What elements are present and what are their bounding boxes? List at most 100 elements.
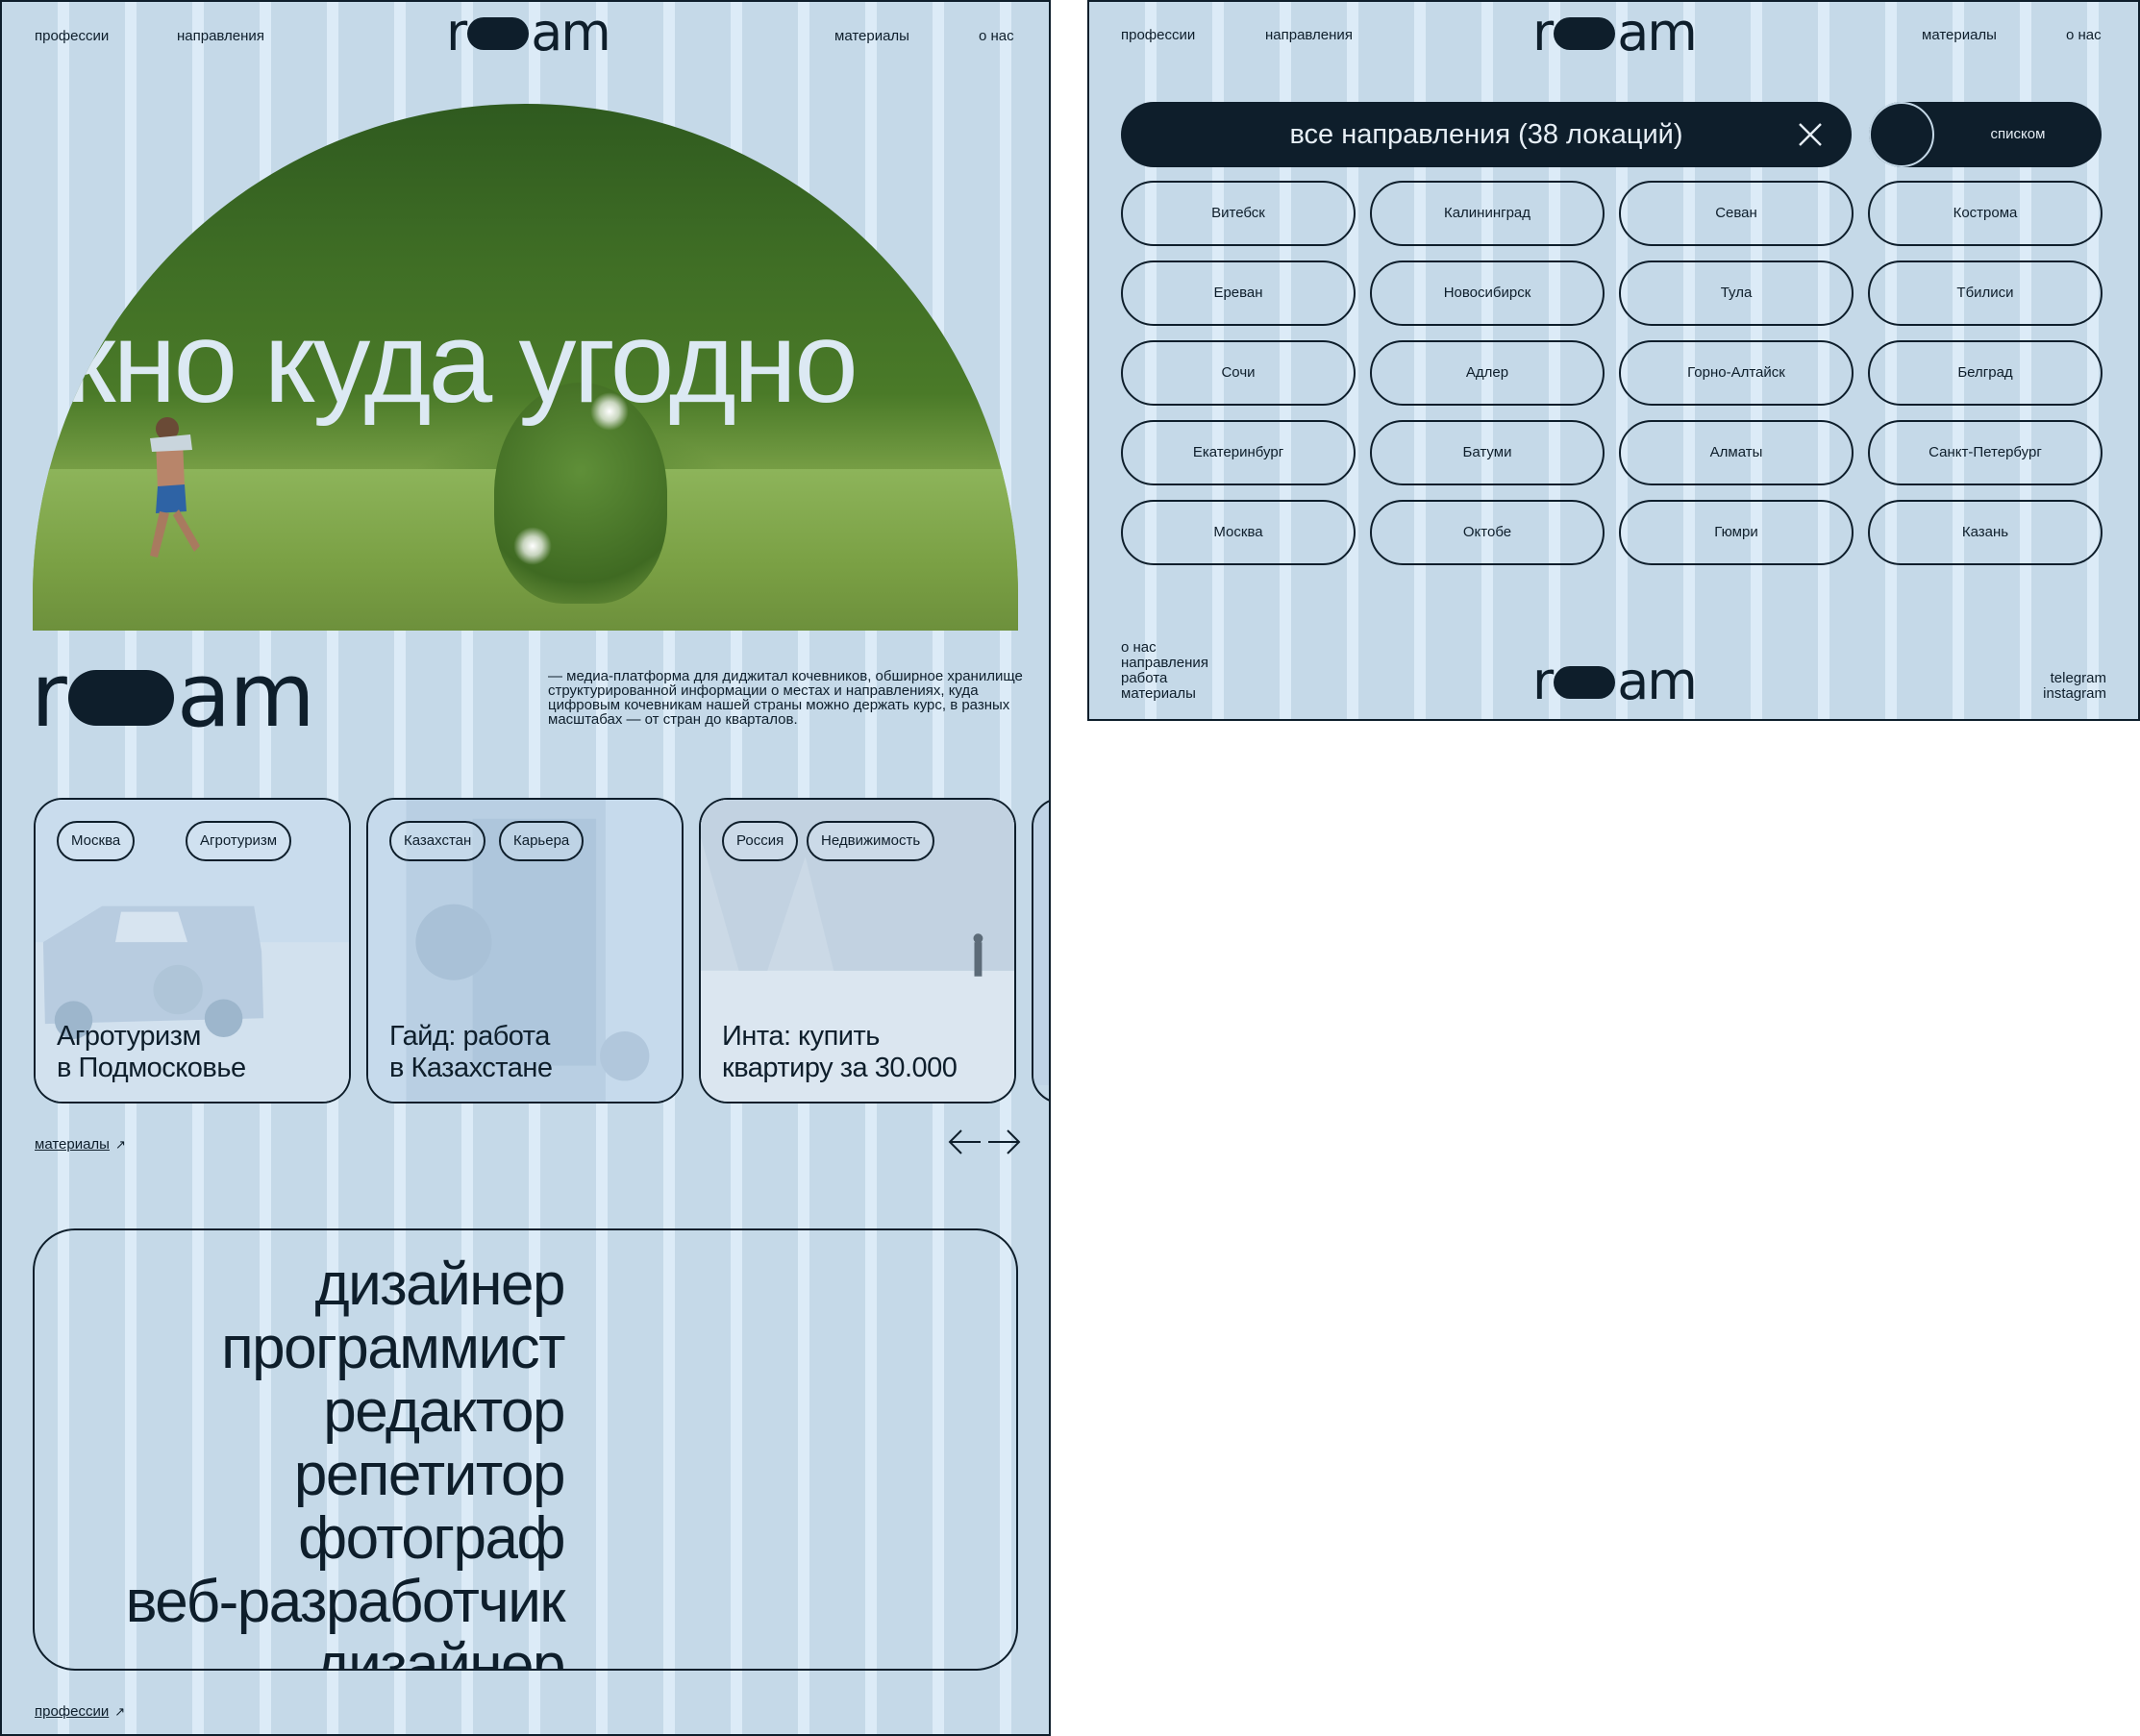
city-pill[interactable]: Казань	[1868, 500, 2103, 565]
profession-word[interactable]: редактор	[323, 1380, 565, 1444]
toggle-label: списком	[1990, 126, 2046, 142]
instagram-link[interactable]: instagram	[2043, 686, 2106, 702]
city-pill[interactable]: Кострома	[1868, 181, 2103, 246]
city-pill[interactable]: Калининград	[1370, 181, 1605, 246]
directions-filter-label: все направления (38 локаций)	[1289, 119, 1683, 150]
city-pill[interactable]: Екатеринбург	[1121, 420, 1356, 485]
logo-letters-am: am	[531, 2, 611, 62]
professions-box[interactable]: дизайнер программист редактор репетитор …	[33, 1228, 1018, 1671]
materials-link[interactable]: материалы ↗	[35, 1136, 126, 1153]
nav-about[interactable]: о нас	[979, 28, 1014, 44]
card-title: Агротуризм в Подмосковье	[57, 1021, 246, 1084]
hero-image: окно куда угодно	[33, 104, 1018, 631]
telegram-link[interactable]: telegram	[2043, 671, 2106, 686]
logo-pill-icon	[1554, 666, 1616, 699]
city-pill[interactable]: Санкт-Петербург	[1868, 420, 2103, 485]
logo-pill-icon	[67, 670, 174, 726]
card-tag[interactable]: Недвижимость	[807, 821, 935, 861]
article-card-peek[interactable]	[1032, 798, 1049, 1104]
article-card[interactable]: Москва Агротуризм Агротуризм в Подмосков…	[34, 798, 351, 1104]
card-title: Инта: купить квартиру за 30.000	[722, 1021, 958, 1084]
logo-pill-icon	[1554, 17, 1616, 50]
card-title-line: Инта: купить	[722, 1021, 880, 1052]
main-page-panel: профессии направления материалы о нас ra…	[0, 0, 1051, 1736]
logo-letter-r: r	[1532, 651, 1554, 711]
hero-runner	[150, 417, 200, 558]
card-tag[interactable]: Россия	[722, 821, 799, 861]
city-pill[interactable]: Октобе	[1370, 500, 1605, 565]
city-pill[interactable]: Сочи	[1121, 340, 1356, 406]
card-image	[1033, 800, 1049, 1085]
header-logo[interactable]: r am	[1532, 7, 1698, 59]
nav-professions[interactable]: профессии	[35, 28, 109, 44]
city-pill[interactable]: Гюмри	[1619, 500, 1854, 565]
nav-professions[interactable]: профессии	[1121, 27, 1195, 43]
card-tag[interactable]: Казахстан	[389, 821, 486, 861]
professions-link-label: профессии	[35, 1703, 110, 1720]
professions-link[interactable]: профессии ↗	[35, 1703, 125, 1720]
card-title: Гайд: работа в Казахстане	[389, 1021, 553, 1084]
card-title-line: в Подмосковье	[57, 1053, 246, 1083]
city-pill[interactable]: Горно-Алтайск	[1619, 340, 1854, 406]
footer-logo[interactable]: r am	[1532, 656, 1698, 707]
city-pill[interactable]: Белград	[1868, 340, 2103, 406]
logo-letters-am: am	[1617, 651, 1698, 711]
city-pill[interactable]: Тула	[1619, 260, 1854, 326]
article-card[interactable]: Казахстан Карьера Гайд: работа в Казахст…	[366, 798, 684, 1104]
sparkle-icon	[513, 527, 552, 565]
toggle-knob	[1869, 102, 1934, 167]
city-pill[interactable]: Витебск	[1121, 181, 1356, 246]
card-title-line: Агротуризм	[57, 1021, 201, 1052]
nav-materials[interactable]: материалы	[1922, 27, 1997, 43]
card-title-line: Гайд: работа	[389, 1021, 550, 1052]
arrow-up-right-icon: ↗	[114, 1137, 126, 1152]
hero-title: окно куда угодно	[33, 298, 858, 427]
profession-word[interactable]: репетитор	[294, 1444, 566, 1507]
card-tag[interactable]: Москва	[57, 821, 136, 861]
footer-links: о нас направления работа материалы	[1121, 640, 1208, 702]
article-card[interactable]: Россия Недвижимость Инта: купить квартир…	[699, 798, 1016, 1104]
logo-letter-r: r	[446, 2, 467, 62]
city-pill[interactable]: Ереван	[1121, 260, 1356, 326]
city-pill[interactable]: Севан	[1619, 181, 1854, 246]
view-toggle[interactable]: списком	[1869, 102, 2102, 167]
profession-word[interactable]: дизайнер	[314, 1253, 565, 1317]
logo-letters-am: am	[176, 644, 315, 747]
materials-link-label: материалы	[35, 1136, 110, 1153]
card-tag[interactable]: Агротуризм	[186, 821, 292, 861]
city-pill[interactable]: Алматы	[1619, 420, 1854, 485]
footer-link[interactable]: направления	[1121, 656, 1208, 671]
card-tag[interactable]: Карьера	[499, 821, 585, 861]
city-pill[interactable]: Новосибирск	[1370, 260, 1605, 326]
nav-directions[interactable]: направления	[1265, 27, 1353, 43]
nav-materials[interactable]: материалы	[834, 28, 909, 44]
logo-pill-icon	[467, 17, 530, 50]
arrow-right-icon[interactable]	[984, 1123, 1023, 1161]
header-logo[interactable]: r am	[446, 7, 611, 59]
logo-letter-r: r	[31, 644, 67, 747]
footer-link[interactable]: работа	[1121, 671, 1208, 686]
city-pill[interactable]: Тбилиси	[1868, 260, 2103, 326]
profession-word[interactable]: веб-разработчик	[126, 1571, 566, 1634]
profession-word[interactable]: программист	[221, 1317, 565, 1380]
platform-description: — медиа-платформа для диджитал кочевнико…	[548, 668, 1023, 728]
arrow-left-icon[interactable]	[946, 1123, 984, 1161]
city-pill[interactable]: Батуми	[1370, 420, 1605, 485]
nav-about[interactable]: о нас	[2066, 27, 2102, 43]
card-title-line: в Казахстане	[389, 1053, 553, 1083]
footer-link[interactable]: о нас	[1121, 640, 1208, 656]
profession-word[interactable]: фотограф	[298, 1507, 565, 1571]
arrow-up-right-icon: ↗	[114, 1704, 126, 1719]
city-pill[interactable]: Адлер	[1370, 340, 1605, 406]
footer-link[interactable]: материалы	[1121, 686, 1208, 702]
logo-letters-am: am	[1617, 2, 1698, 62]
card-title-line: квартиру за 30.000	[722, 1053, 958, 1083]
nav-directions[interactable]: направления	[177, 28, 264, 44]
brand-logo: r am	[31, 652, 315, 740]
close-icon[interactable]	[1798, 122, 1823, 147]
profession-word[interactable]: дизайнер	[314, 1634, 565, 1670]
footer-social: telegram instagram	[2043, 671, 2106, 702]
directions-filter[interactable]: все направления (38 локаций)	[1121, 102, 1852, 167]
logo-letter-r: r	[1532, 2, 1554, 62]
city-pill[interactable]: Москва	[1121, 500, 1356, 565]
